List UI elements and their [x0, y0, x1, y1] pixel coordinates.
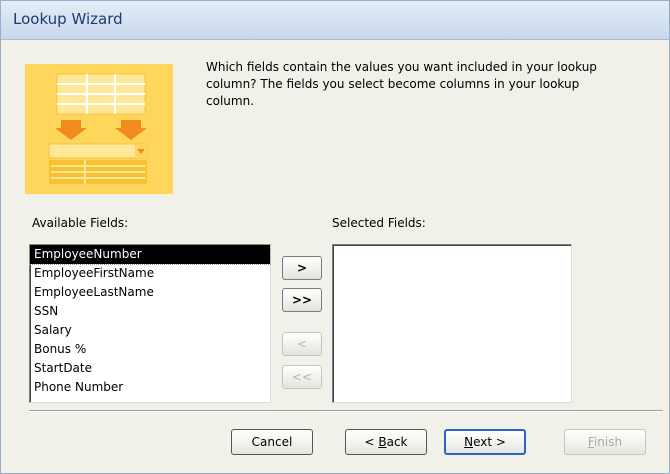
finish-button[interactable]: Finish — [564, 429, 646, 455]
available-field-item[interactable]: EmployeeFirstName — [30, 264, 270, 283]
available-field-item[interactable]: Salary — [30, 321, 270, 340]
available-field-item[interactable]: EmployeeLastName — [30, 283, 270, 302]
remove-all-fields-button[interactable]: << — [282, 365, 322, 389]
remove-field-button[interactable]: < — [282, 332, 322, 356]
next-button-label: ext > — [473, 435, 506, 449]
add-field-button[interactable]: > — [282, 256, 322, 280]
selected-fields-list[interactable] — [332, 244, 572, 403]
back-button[interactable]: < Back — [345, 429, 427, 455]
selected-fields-label: Selected Fields: — [332, 216, 426, 230]
divider — [29, 410, 663, 412]
instruction-text: Which fields contain the values you want… — [206, 60, 597, 108]
available-field-item[interactable]: EmployeeNumber — [29, 244, 271, 265]
back-button-prefix: < — [364, 435, 379, 449]
available-field-item[interactable]: Phone Number — [30, 378, 270, 397]
available-field-item[interactable]: SSN — [30, 302, 270, 321]
back-button-mnemonic: B — [378, 435, 387, 449]
dialog-title: Lookup Wizard — [13, 10, 123, 28]
add-all-fields-button[interactable]: >> — [282, 288, 322, 312]
available-field-item[interactable]: StartDate — [30, 359, 270, 378]
cancel-button-label: Cancel — [251, 435, 293, 449]
next-button-mnemonic: N — [464, 435, 474, 449]
lookup-wizard-illustration — [25, 64, 173, 194]
cancel-button[interactable]: Cancel — [231, 429, 313, 455]
back-button-label: ack — [386, 435, 408, 449]
title-bar: Lookup Wizard — [1, 1, 669, 40]
lookup-wizard-dialog: Lookup Wizard Which fields contain the v… — [0, 0, 670, 474]
table-lookup-icon — [25, 64, 173, 194]
finish-button-label: inish — [593, 435, 623, 449]
available-fields-label: Available Fields: — [32, 216, 129, 230]
next-button[interactable]: Next > — [444, 429, 526, 455]
available-fields-list[interactable]: EmployeeNumber EmployeeFirstName EmployeeL… — [29, 244, 271, 403]
available-field-item[interactable]: Bonus % — [30, 340, 270, 359]
